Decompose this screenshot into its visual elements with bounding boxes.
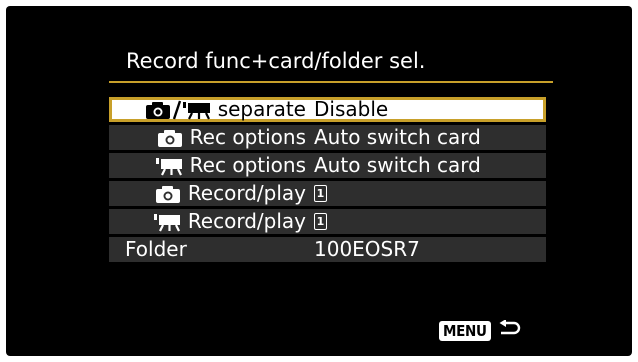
- menu-item-value: Disable: [314, 97, 389, 121]
- photo-video-separate-icon: [145, 100, 211, 120]
- menu-item-value: Auto switch card: [314, 125, 481, 149]
- menu-item-photo-video-separate[interactable]: separate Disable: [109, 97, 546, 122]
- menu-item-label-group: separate: [109, 97, 306, 122]
- card-slot-1-icon: 1: [314, 213, 327, 230]
- menu-item-value: 1: [314, 209, 327, 234]
- return-arrow-icon: [497, 319, 521, 342]
- menu-item-label-group: Rec options: [109, 125, 306, 150]
- menu-item-label-group: Record/play: [109, 181, 306, 206]
- camera-icon: [155, 184, 181, 204]
- page-title: Record func+card/folder sel.: [126, 49, 426, 73]
- movie-icon: [155, 156, 183, 176]
- menu-list: separate Disable Rec options Auto switch…: [109, 97, 546, 265]
- menu-key-label: MENU: [439, 321, 491, 341]
- menu-item-folder[interactable]: Folder 100EOSR7: [109, 237, 546, 262]
- menu-item-value: 100EOSR7: [314, 237, 420, 261]
- camera-menu-screen: Record func+card/folder sel. separate Di…: [6, 6, 632, 356]
- menu-item-label: Rec options: [189, 125, 306, 149]
- menu-item-label: Record/play: [187, 181, 306, 205]
- menu-item-label-group: Folder: [109, 237, 322, 262]
- menu-item-value: 1: [314, 181, 327, 206]
- menu-item-label: Folder: [125, 237, 187, 261]
- menu-item-value: Auto switch card: [314, 153, 481, 177]
- menu-item-movie-record-play[interactable]: Record/play 1: [109, 209, 546, 234]
- menu-item-movie-rec-options[interactable]: Rec options Auto switch card: [109, 153, 546, 178]
- menu-item-label: separate: [217, 97, 306, 121]
- card-slot-1-icon: 1: [314, 185, 327, 202]
- menu-item-label-group: Rec options: [109, 153, 306, 178]
- menu-item-label-group: Record/play: [109, 209, 306, 234]
- movie-icon: [153, 212, 181, 232]
- menu-item-label: Rec options: [189, 153, 306, 177]
- title-divider: [109, 81, 553, 83]
- menu-item-label: Record/play: [187, 209, 306, 233]
- camera-icon: [157, 128, 183, 148]
- menu-back-button[interactable]: MENU: [439, 319, 521, 342]
- menu-item-photo-rec-options[interactable]: Rec options Auto switch card: [109, 125, 546, 150]
- menu-item-photo-record-play[interactable]: Record/play 1: [109, 181, 546, 206]
